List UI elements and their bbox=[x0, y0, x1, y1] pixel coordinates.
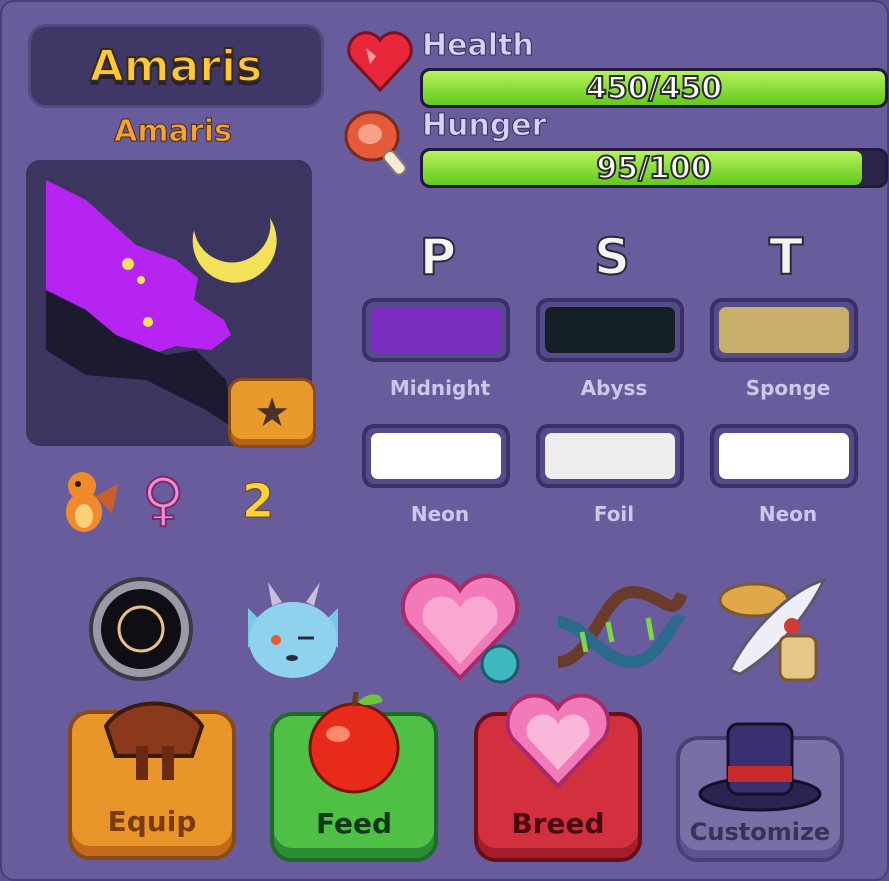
top-hat-icon bbox=[698, 718, 824, 818]
meat-drumstick-icon bbox=[340, 104, 420, 190]
health-value: 450/450 bbox=[585, 70, 723, 106]
breed-label: Breed bbox=[511, 807, 605, 840]
apple-icon bbox=[304, 690, 404, 798]
quill-hat-icon[interactable] bbox=[710, 570, 830, 688]
color-label-secondary: Abyss bbox=[580, 376, 648, 400]
color-label-primary: Midnight bbox=[389, 376, 491, 400]
color-swatch-tertiary[interactable] bbox=[710, 298, 858, 362]
equip-label: Equip bbox=[107, 805, 197, 838]
favorite-star-button[interactable]: ★ bbox=[228, 378, 316, 448]
trait-header-t: T bbox=[768, 227, 804, 287]
saddle-icon bbox=[96, 686, 212, 790]
heart-icon bbox=[346, 30, 414, 98]
color-swatch-primary[interactable] bbox=[362, 298, 510, 362]
pet-name-subtitle: Amaris bbox=[114, 114, 233, 150]
color-swatch-secondary[interactable] bbox=[536, 298, 684, 362]
finish-label-secondary: Foil bbox=[593, 502, 635, 526]
dna-icon[interactable] bbox=[552, 582, 688, 678]
feed-label: Feed bbox=[315, 807, 392, 840]
dragon-species-icon bbox=[52, 466, 122, 542]
hunger-value: 95/100 bbox=[595, 150, 712, 186]
pet-name-plate: Amaris bbox=[28, 24, 324, 108]
finish-swatch-tertiary[interactable] bbox=[710, 424, 858, 488]
blue-monster-face-icon[interactable] bbox=[228, 578, 358, 692]
pet-name-title: Amaris bbox=[89, 40, 264, 93]
hunger-bar: 95/100 bbox=[420, 148, 888, 188]
female-gender-icon: ♀ bbox=[141, 465, 186, 533]
trait-header-s: S bbox=[593, 227, 631, 287]
health-bar: 450/450 bbox=[420, 68, 888, 108]
trait-header-p: P bbox=[419, 227, 458, 287]
finish-swatch-secondary[interactable] bbox=[536, 424, 684, 488]
heart-gem-icon[interactable] bbox=[400, 573, 528, 690]
hunger-label: Hunger bbox=[421, 108, 547, 144]
black-hole-icon[interactable] bbox=[86, 574, 196, 688]
color-label-tertiary: Sponge bbox=[745, 376, 831, 400]
pet-level: 2 bbox=[241, 474, 275, 529]
customize-label: Customize bbox=[689, 818, 831, 846]
finish-label-primary: Neon bbox=[410, 502, 470, 526]
health-label: Health bbox=[422, 28, 535, 64]
finish-label-tertiary: Neon bbox=[758, 502, 818, 526]
finish-swatch-primary[interactable] bbox=[362, 424, 510, 488]
moon-icon bbox=[192, 218, 277, 283]
star-icon: ★ bbox=[254, 390, 290, 436]
heart-gem-button-icon bbox=[505, 693, 611, 794]
